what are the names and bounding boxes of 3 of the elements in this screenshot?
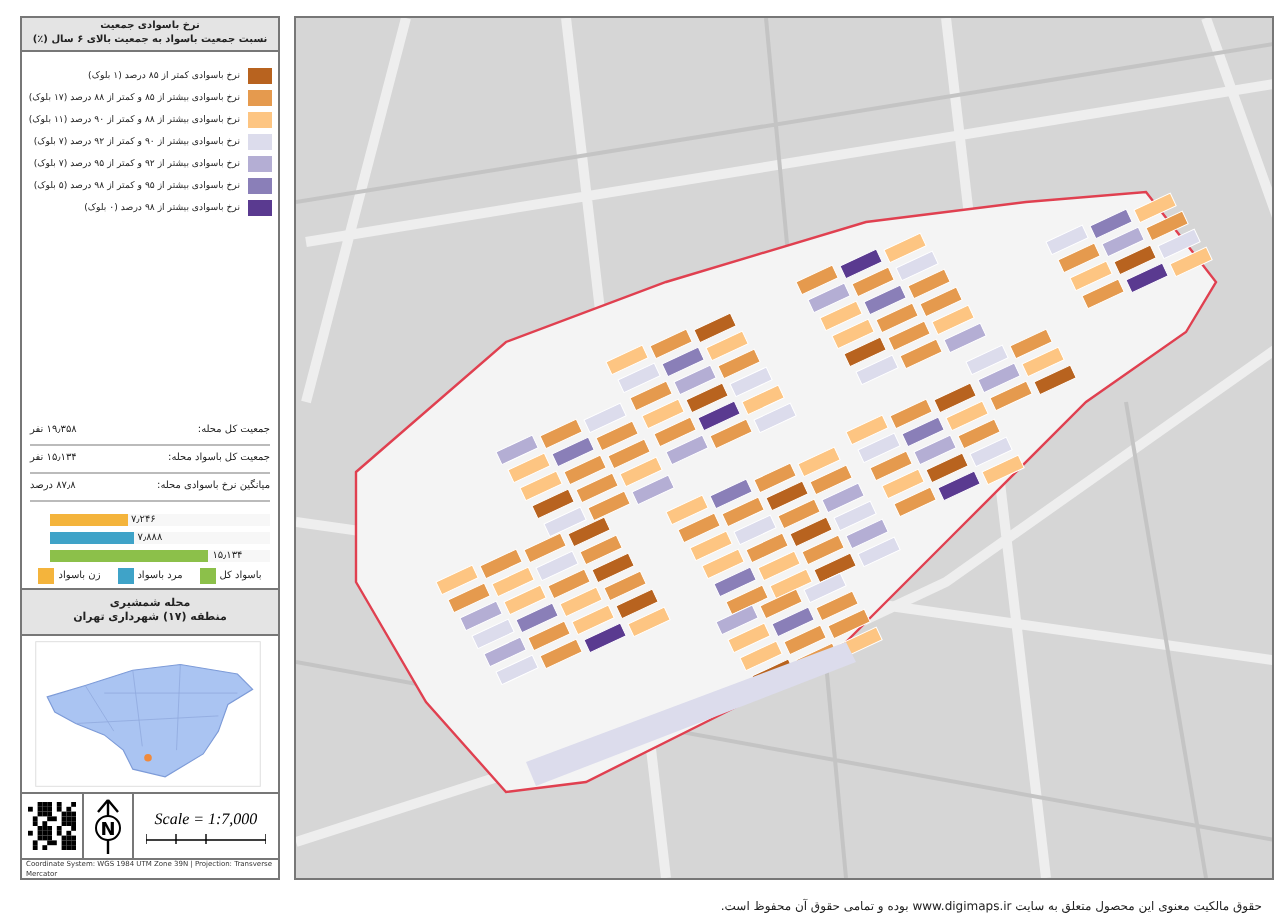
- scale-label: Scale = 1:7,000: [154, 809, 258, 827]
- qr-code-icon: [28, 802, 76, 850]
- scale-bar: [146, 833, 266, 843]
